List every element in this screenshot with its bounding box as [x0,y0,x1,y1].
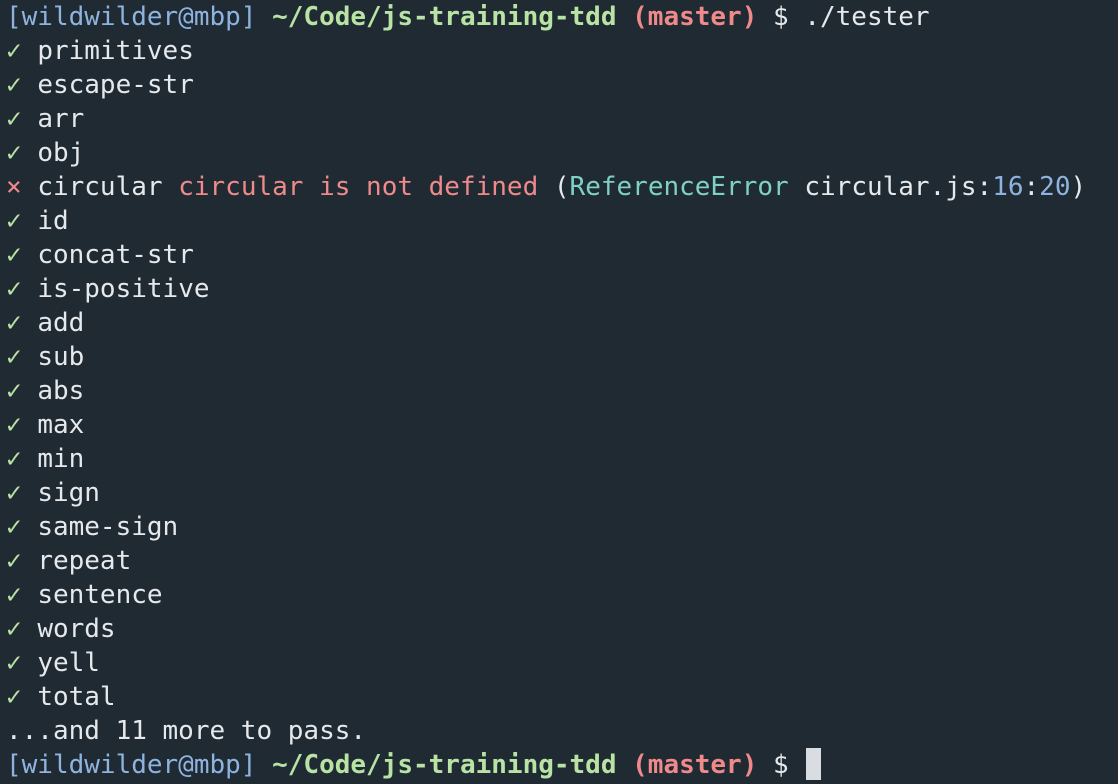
prompt-symbol: $ [773,2,789,32]
prompt-path: ~/Code/js-training-tdd [272,750,617,780]
test-result-passed: ✓ id [6,204,1118,238]
test-name: sentence [37,580,163,610]
summary-text: ...and 11 more to pass. [6,716,367,746]
command-prompt-line-active[interactable]: [wildwilder@mbp] ~/Code/js-training-tdd … [6,748,1118,782]
check-icon: ✓ [6,342,22,372]
test-result-passed: ✓ abs [6,374,1118,408]
check-icon: ✓ [6,138,22,168]
error-separator: : [976,172,993,202]
check-icon: ✓ [6,512,22,542]
check-icon: ✓ [6,682,22,712]
test-name: max [37,410,85,440]
prompt-user-host: [wildwilder@mbp] [6,750,257,780]
test-result-passed: ✓ escape-str [6,68,1118,102]
test-name: add [37,308,85,338]
terminal-window[interactable]: [wildwilder@mbp] ~/Code/js-training-tdd … [0,0,1118,784]
error-open-paren: ( [553,172,570,202]
test-result-passed: ✓ same-sign [6,510,1118,544]
prompt-symbol: $ [773,750,789,780]
test-name: obj [37,138,85,168]
check-icon: ✓ [6,376,22,406]
check-icon: ✓ [6,240,22,270]
fail-icon: × [6,172,22,202]
prompt-branch: (master) [632,2,758,32]
test-name: sub [37,342,85,372]
test-result-passed: ✓ min [6,442,1118,476]
test-result-passed: ✓ obj [6,136,1118,170]
error-file: circular.js [804,172,977,202]
test-name: words [37,614,116,644]
check-icon: ✓ [6,36,22,66]
check-icon: ✓ [6,546,22,576]
check-icon: ✓ [6,614,22,644]
test-name: is-positive [37,274,210,304]
check-icon: ✓ [6,648,22,678]
error-separator: : [1023,172,1040,202]
test-result-passed: ✓ total [6,680,1118,714]
prompt-branch: (master) [632,750,758,780]
test-name: same-sign [37,512,179,542]
test-results-pass-list-top: ✓ primitives ✓ escape-str ✓ arr ✓ obj [6,34,1118,170]
error-column-number: 20 [1039,172,1071,202]
error-type: ReferenceError [569,172,789,202]
check-icon: ✓ [6,308,22,338]
test-name: concat-str [37,240,194,270]
prompt-user-host: [wildwilder@mbp] [6,2,257,32]
entered-command: ./tester [804,2,930,32]
check-icon: ✓ [6,580,22,610]
test-name: escape-str [37,70,194,100]
prompt-path: ~/Code/js-training-tdd [272,2,617,32]
text-cursor[interactable] [806,748,822,780]
check-icon: ✓ [6,274,22,304]
test-name: arr [37,104,85,134]
test-result-passed: ✓ repeat [6,544,1118,578]
command-prompt-line: [wildwilder@mbp] ~/Code/js-training-tdd … [6,0,1118,34]
check-icon: ✓ [6,444,22,474]
test-name: repeat [37,546,132,576]
test-result-passed: ✓ add [6,306,1118,340]
test-name: abs [37,376,85,406]
test-result-passed: ✓ primitives [6,34,1118,68]
error-close-paren: ) [1070,172,1087,202]
test-result-passed: ✓ sign [6,476,1118,510]
test-result-passed: ✓ words [6,612,1118,646]
test-name: min [37,444,85,474]
check-icon: ✓ [6,104,22,134]
test-name: total [37,682,116,712]
check-icon: ✓ [6,70,22,100]
test-name: sign [37,478,100,508]
error-message: circular is not defined [178,172,539,202]
failed-test-name: circular [37,172,163,202]
test-result-passed: ✓ arr [6,102,1118,136]
test-result-failed: × circular circular is not defined (Refe… [6,170,1118,204]
test-name: id [37,206,69,236]
check-icon: ✓ [6,206,22,236]
test-result-passed: ✓ sentence [6,578,1118,612]
test-result-passed: ✓ max [6,408,1118,442]
test-result-passed: ✓ sub [6,340,1118,374]
test-result-passed: ✓ concat-str [6,238,1118,272]
test-result-passed: ✓ yell [6,646,1118,680]
test-name: yell [37,648,100,678]
check-icon: ✓ [6,478,22,508]
check-icon: ✓ [6,410,22,440]
error-line-number: 16 [992,172,1024,202]
test-result-passed: ✓ is-positive [6,272,1118,306]
test-name: primitives [37,36,194,66]
test-results-pass-list-bottom: ✓ id ✓ concat-str ✓ is-positive ✓ add ✓ sub ✓… [6,204,1118,714]
